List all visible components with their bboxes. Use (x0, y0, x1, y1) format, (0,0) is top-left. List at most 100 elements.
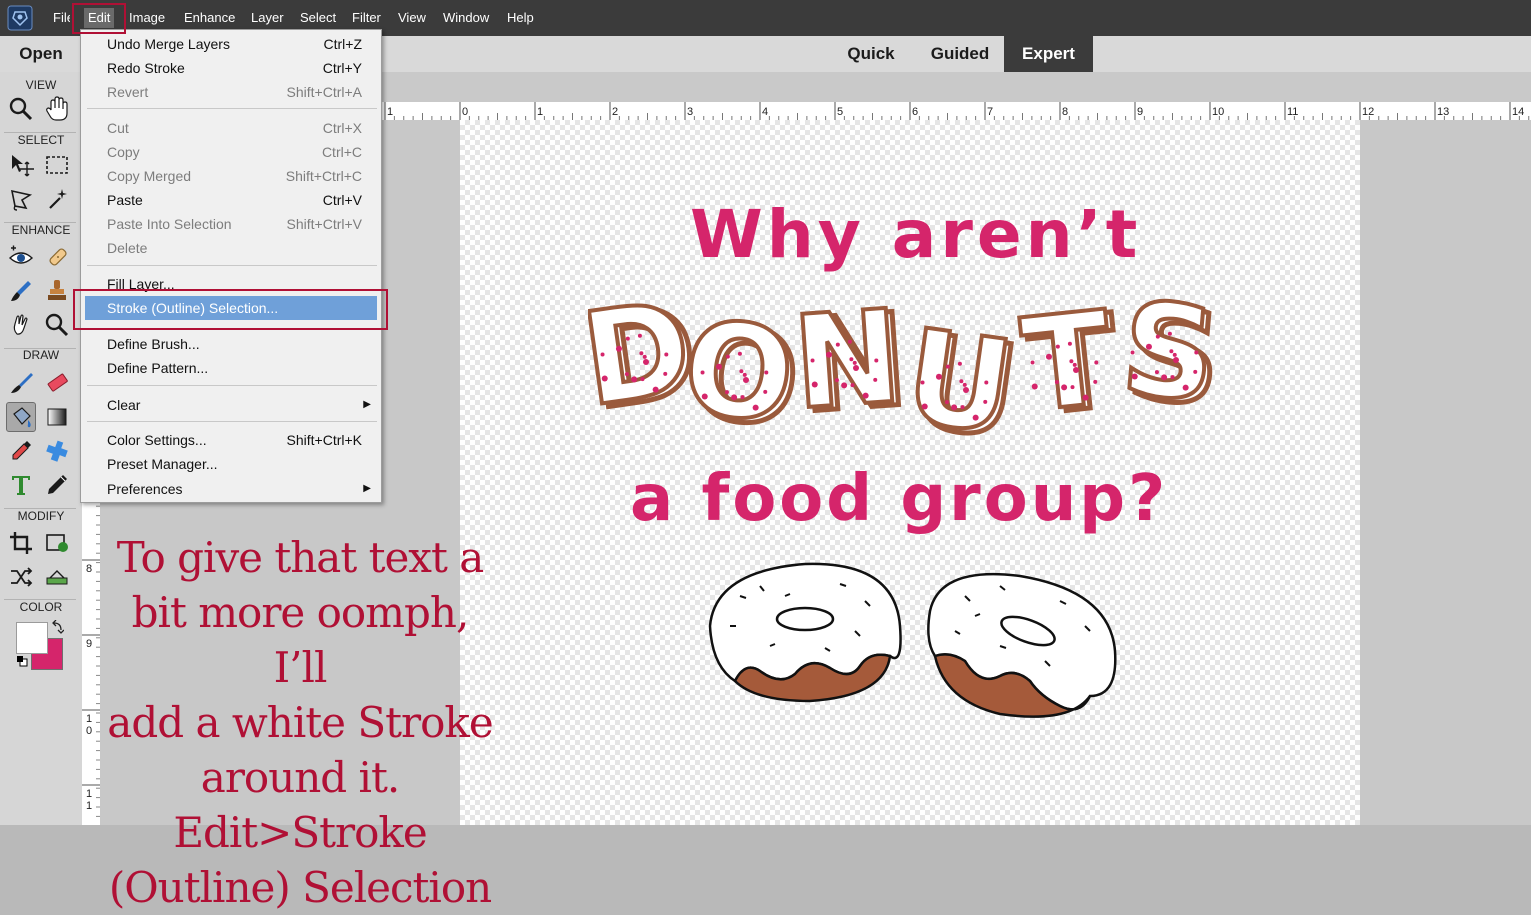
ruler-label: 0 (462, 106, 468, 118)
open-button[interactable]: Open (0, 36, 82, 72)
tab-expert[interactable]: Expert (1004, 36, 1093, 72)
menu-item-label: Cut (107, 120, 129, 136)
menu-help[interactable]: Help (507, 0, 534, 36)
magic-wand-icon[interactable] (42, 184, 72, 214)
smart-brush-icon[interactable] (6, 276, 36, 306)
menu-window[interactable]: Window (443, 0, 489, 36)
ruler-label: 1 (86, 788, 92, 800)
type-tool-icon[interactable] (6, 470, 36, 500)
sprinkle-dot (834, 378, 839, 383)
menu-separator (87, 385, 377, 386)
pencil-tool-icon[interactable] (42, 470, 72, 500)
tab-quick[interactable]: Quick (836, 36, 906, 72)
sprinkle-dot (1154, 370, 1159, 375)
sprinkle-dot (1194, 350, 1199, 355)
straighten-tool-icon[interactable] (42, 562, 72, 592)
sprinkle-dot (1031, 383, 1038, 390)
swap-colors-icon[interactable] (52, 619, 65, 634)
donut-left (708, 562, 902, 703)
sprinkle-dot (853, 365, 859, 371)
menu-item-clear[interactable]: Clear ▶ (81, 393, 381, 417)
menu-separator (87, 265, 377, 266)
menu-item-define-brush[interactable]: Define Brush... (81, 332, 381, 356)
menu-file[interactable]: File (53, 0, 70, 36)
menu-item-preferences[interactable]: Preferences ▶ (81, 477, 381, 501)
brush-tool-icon[interactable] (6, 368, 36, 398)
default-colors-icon[interactable] (16, 654, 28, 667)
sprinkle-dot (742, 372, 747, 377)
sprinkle-dot (1055, 344, 1060, 349)
menu-item-define-pattern[interactable]: Define Pattern... (81, 356, 381, 380)
sprinkle-dot (1072, 362, 1077, 367)
eyedropper-icon[interactable] (6, 436, 36, 466)
sprinkle-dot (945, 364, 950, 369)
marquee-tool-icon[interactable] (42, 150, 72, 180)
sprinkle-dot (739, 369, 744, 374)
menu-item-preset-manager[interactable]: Preset Manager... (81, 452, 381, 476)
menu-item-copy[interactable]: Copy Ctrl+C (81, 140, 381, 164)
menu-item-label: Copy Merged (107, 168, 192, 184)
sprinkle-dot (1067, 341, 1072, 346)
section-label-modify: MODIFY (17, 509, 65, 523)
edit-menu-dropdown: Undo Merge Layers Ctrl+Z Redo Stroke Ctrl+… (80, 29, 382, 503)
sprinkle-dot (983, 399, 988, 404)
caption-line: (Outline) Selection (108, 863, 492, 912)
paint-bucket-icon[interactable] (6, 402, 36, 432)
menu-item-cut[interactable]: Cut Ctrl+X (81, 116, 381, 140)
clone-stamp-icon[interactable] (42, 276, 72, 306)
move-tool-icon[interactable] (6, 150, 36, 180)
menu-item-copy-merged[interactable]: Copy Merged Shift+Ctrl+C (81, 164, 381, 188)
menu-item-color-settings[interactable]: Color Settings... Shift+Ctrl+K (81, 428, 381, 452)
zoom-tool-icon[interactable] (6, 94, 36, 124)
eraser-tool-icon[interactable] (42, 368, 72, 398)
menu-item-undo[interactable]: Undo Merge Layers Ctrl+Z (81, 32, 381, 56)
spot-healing-icon[interactable] (42, 242, 72, 272)
menu-item-shortcut: Shift+Ctrl+V (286, 216, 362, 232)
donuts-letter: S (1116, 280, 1221, 431)
menu-item-redo[interactable]: Redo Stroke Ctrl+Y (81, 56, 381, 80)
crop-tool-icon[interactable] (6, 528, 36, 558)
menu-view[interactable]: View (398, 0, 426, 36)
menu-item-paste-into-selection[interactable]: Paste Into Selection Shift+Ctrl+V (81, 212, 381, 236)
sprinkle-dot (1193, 369, 1198, 374)
ruler-label: 5 (837, 106, 843, 118)
sprinkle-dot (624, 372, 629, 377)
ruler-label: 1 (86, 713, 92, 725)
menu-item-label: Paste Into Selection (107, 216, 232, 232)
sprinkle-dot (752, 404, 759, 411)
recompose-tool-icon[interactable] (42, 528, 72, 558)
artwork-donuts-lettering: DDOONNUU TT SS (588, 280, 1228, 460)
sprinkle-dot (847, 339, 852, 344)
sprinkle-dot (643, 359, 649, 365)
sprinkle-dot (1069, 359, 1074, 364)
sprinkle-dot (1054, 380, 1059, 385)
sprinkle-dot (637, 333, 642, 338)
gradient-tool-icon[interactable] (42, 402, 72, 432)
sprinkle-dot (1131, 373, 1138, 380)
menu-item-shortcut: Ctrl+Y (322, 60, 362, 76)
lasso-tool-icon[interactable] (6, 184, 36, 214)
ruler-label: 1 (537, 106, 543, 118)
smudge-tool-icon[interactable] (6, 310, 36, 340)
app-logo-icon[interactable] (6, 4, 34, 32)
menu-item-paste[interactable]: Paste Ctrl+V (81, 188, 381, 212)
sprinkle-dot (1093, 379, 1098, 384)
foreground-color-swatch[interactable] (16, 622, 48, 654)
ruler-label: 14 (1512, 106, 1524, 118)
annotation-box-edit-menu (72, 3, 126, 34)
hand-tool-icon[interactable] (42, 94, 72, 124)
submenu-arrow-icon: ▶ (363, 483, 371, 494)
artwork-line-why-arent: Why aren’t (690, 196, 1142, 273)
menu-item-revert[interactable]: Revert Shift+Ctrl+A (81, 80, 381, 104)
sprinkle-dot (737, 351, 742, 356)
sprinkle-dot (1169, 349, 1174, 354)
sharpen-zoom-icon[interactable] (42, 310, 72, 340)
red-eye-tool-icon[interactable] (6, 242, 36, 272)
menu-item-delete[interactable]: Delete (81, 236, 381, 260)
tab-guided[interactable]: Guided (920, 36, 1000, 72)
sprinkle-dot (1173, 357, 1179, 363)
section-label-select: SELECT (17, 133, 65, 147)
sprinkle-dot (1030, 360, 1035, 365)
custom-shape-icon[interactable] (42, 436, 72, 466)
content-aware-move-icon[interactable] (6, 562, 36, 592)
